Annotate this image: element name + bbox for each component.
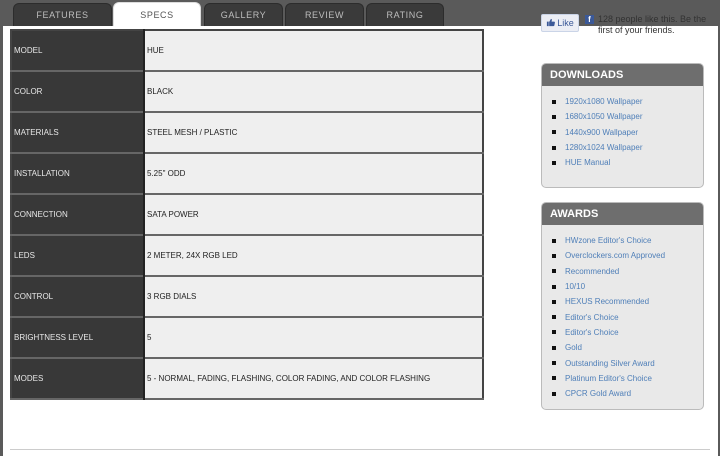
table-row: CONTROL 3 RGB DIALS [10,275,484,318]
spec-value: 5.25" ODD [143,152,484,195]
award-link[interactable]: Recommended [565,267,619,276]
download-link[interactable]: 1680x1050 Wallpaper [565,112,643,121]
tab-specs[interactable]: SPECS [113,2,201,27]
tab-gallery[interactable]: GALLERY [204,3,283,26]
spec-value: STEEL MESH / PLASTIC [143,111,484,154]
bullet-icon [552,299,556,304]
bullet-icon [552,145,556,150]
spec-key: BRIGHTNESS LEVEL [10,316,145,359]
spec-key: CONTROL [10,275,145,318]
awards-list: HWzone Editor's Choice Overclockers.com … [542,225,703,401]
thumbs-up-icon [546,18,556,29]
spec-key: INSTALLATION [10,152,145,195]
downloads-box: DOWNLOADS 1920x1080 Wallpaper 1680x1050 … [541,63,704,188]
facebook-like-widget: Like f 128 people like this. Be the firs… [541,14,711,36]
facebook-icon: f [585,15,594,24]
award-link[interactable]: HEXUS Recommended [565,297,649,306]
list-item: Outstanding Silver Award [552,355,703,370]
table-row: MODES 5 - NORMAL, FADING, FLASHING, COLOR… [10,357,484,400]
bullet-icon [552,284,556,289]
bullet-icon [552,330,556,335]
list-item: Editor's Choice [552,325,703,340]
download-link[interactable]: HUE Manual [565,158,610,167]
facebook-like-button[interactable]: Like [541,14,579,32]
list-item: 1680x1050 Wallpaper [552,109,703,124]
award-link[interactable]: 10/10 [565,282,585,291]
award-link[interactable]: Outstanding Silver Award [565,359,655,368]
table-row: MATERIALS STEEL MESH / PLASTIC [10,111,484,154]
bullet-icon [552,238,556,243]
list-item: 1280x1024 Wallpaper [552,140,703,155]
bullet-icon [552,99,556,104]
bullet-icon [552,269,556,274]
award-link[interactable]: Editor's Choice [565,313,619,322]
spec-key: MODEL [10,29,145,72]
bullet-icon [552,361,556,366]
divider [10,449,710,450]
list-item: HUE Manual [552,155,703,170]
list-item: Overclockers.com Approved [552,248,703,263]
table-row: INSTALLATION 5.25" ODD [10,152,484,195]
list-item: 1440x900 Wallpaper [552,125,703,140]
award-link[interactable]: Editor's Choice [565,328,619,337]
bullet-icon [552,391,556,396]
facebook-like-count: 128 people like this. Be the first of yo… [598,14,707,35]
bullet-icon [552,315,556,320]
bullet-icon [552,160,556,165]
spec-value: 2 METER, 24X RGB LED [143,234,484,277]
spec-value: SATA POWER [143,193,484,236]
specs-table: MODEL HUE COLOR BLACK MATERIALS STEEL MESH … [10,29,484,400]
table-row: COLOR BLACK [10,70,484,113]
download-link[interactable]: 1280x1024 Wallpaper [565,143,643,152]
downloads-list: 1920x1080 Wallpaper 1680x1050 Wallpaper … [542,86,703,170]
bullet-icon [552,114,556,119]
tab-features[interactable]: FEATURES [13,3,112,26]
bullet-icon [552,376,556,381]
spec-key: MODES [10,357,145,400]
awards-box: AWARDS HWzone Editor's Choice Overclocke… [541,202,704,410]
bullet-icon [552,253,556,258]
list-item: Editor's Choice [552,309,703,324]
spec-value: 5 [143,316,484,359]
award-link[interactable]: CPCR Gold Award [565,389,631,398]
award-link[interactable]: Overclockers.com Approved [565,251,665,260]
like-label: Like [557,18,574,28]
bullet-icon [552,345,556,350]
table-row: CONNECTION SATA POWER [10,193,484,236]
bullet-icon [552,130,556,135]
downloads-title: DOWNLOADS [542,64,703,86]
spec-value: BLACK [143,70,484,113]
list-item: 10/10 [552,279,703,294]
list-item: HEXUS Recommended [552,294,703,309]
award-link[interactable]: Gold [565,343,582,352]
tab-review[interactable]: REVIEW [285,3,364,26]
list-item: CPCR Gold Award [552,386,703,401]
tab-rating[interactable]: RATING [366,3,444,26]
download-link[interactable]: 1440x900 Wallpaper [565,128,638,137]
spec-key: LEDS [10,234,145,277]
award-link[interactable]: Platinum Editor's Choice [565,374,652,383]
table-row: BRIGHTNESS LEVEL 5 [10,316,484,359]
spec-key: COLOR [10,70,145,113]
spec-key: CONNECTION [10,193,145,236]
list-item: 1920x1080 Wallpaper [552,94,703,109]
list-item: Gold [552,340,703,355]
list-item: HWzone Editor's Choice [552,233,703,248]
list-item: Recommended [552,264,703,279]
spec-value: HUE [143,29,484,72]
awards-title: AWARDS [542,203,703,225]
spec-value: 3 RGB DIALS [143,275,484,318]
table-row: MODEL HUE [10,29,484,72]
spec-value: 5 - NORMAL, FADING, FLASHING, COLOR FADI… [143,357,484,400]
award-link[interactable]: HWzone Editor's Choice [565,236,651,245]
table-row: LEDS 2 METER, 24X RGB LED [10,234,484,277]
list-item: Platinum Editor's Choice [552,371,703,386]
download-link[interactable]: 1920x1080 Wallpaper [565,97,643,106]
spec-key: MATERIALS [10,111,145,154]
